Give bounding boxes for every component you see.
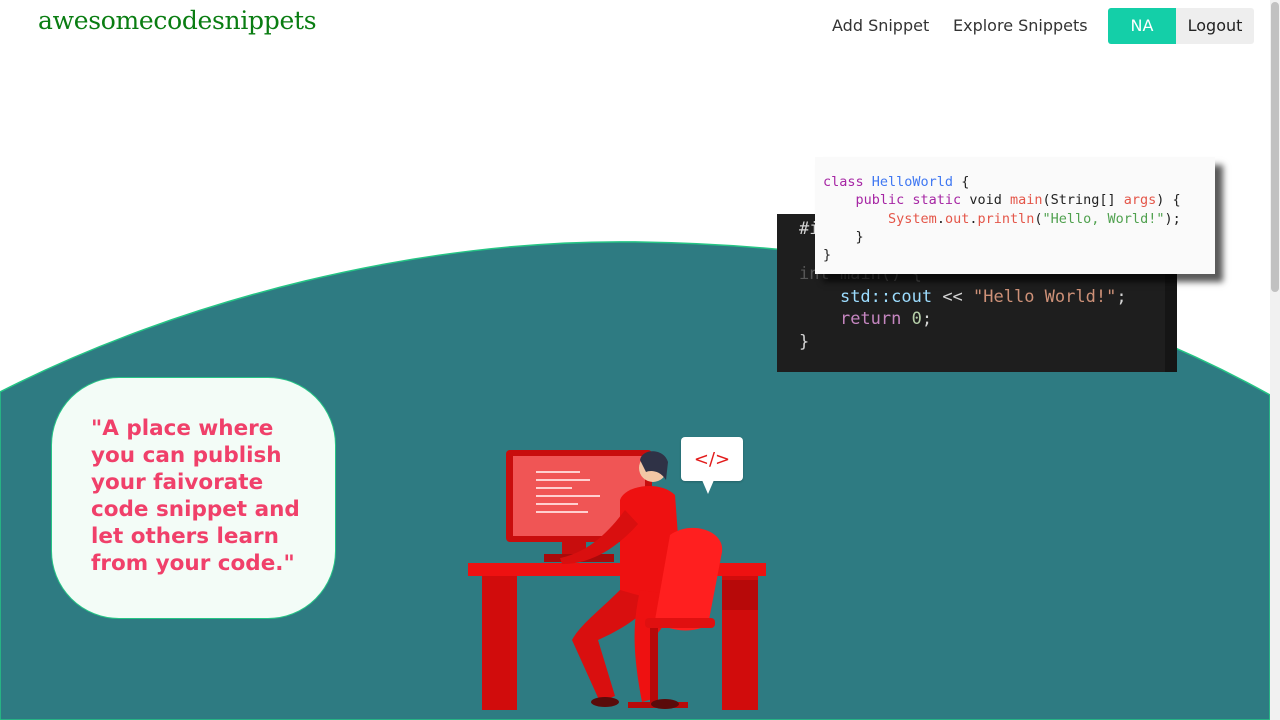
speech-bubble-tail — [702, 480, 714, 494]
desk-top — [468, 563, 766, 576]
quote-bubble: "A place where you can publish your faiv… — [51, 377, 336, 619]
code-tag-icon: </> — [693, 449, 731, 470]
navbar: awesomecodesnippets Add Snippet Explore … — [0, 0, 1270, 52]
code-number: 0 — [911, 309, 922, 329]
code-line: } — [799, 331, 810, 352]
code-token: ; — [921, 309, 933, 329]
code-keyword: return — [839, 309, 902, 329]
code-speech-bubble: </> — [681, 437, 743, 481]
code-token: ; — [1116, 286, 1127, 307]
java-code-card: class HelloWorld { public static void ma… — [815, 157, 1215, 274]
logout-button[interactable]: Logout — [1176, 8, 1254, 44]
brand-logo[interactable]: awesomecodesnippets — [38, 6, 317, 35]
code-keyword: public static — [855, 192, 962, 209]
code-token: void — [961, 192, 1010, 209]
nav-add-snippet[interactable]: Add Snippet — [832, 16, 929, 35]
code-token: } — [823, 247, 832, 264]
code-token: ); — [1164, 210, 1181, 227]
nav-explore-snippets[interactable]: Explore Snippets — [953, 16, 1088, 35]
code-string: "Hello, World!" — [1042, 210, 1165, 227]
page-scrollbar[interactable] — [1270, 0, 1280, 720]
code-class: HelloWorld — [871, 174, 954, 190]
code-token: std::cout — [839, 286, 933, 307]
code-function: main — [1009, 192, 1043, 209]
user-initials-button[interactable]: NA — [1108, 8, 1176, 44]
code-token: (String[] — [1042, 192, 1124, 209]
code-token: . — [936, 210, 945, 227]
hero-quote: "A place where you can publish your faiv… — [91, 416, 300, 576]
chair-post — [650, 628, 658, 703]
code-field: out — [944, 210, 970, 227]
code-class: System — [888, 210, 937, 227]
code-keyword: class — [823, 174, 864, 190]
code-function: println — [977, 210, 1035, 227]
code-token: { — [953, 174, 970, 190]
chair-seat — [645, 618, 715, 628]
code-arg: args — [1123, 192, 1157, 209]
scrollbar-thumb[interactable] — [1271, 2, 1279, 292]
code-token: } — [855, 228, 864, 245]
desk-drawer — [722, 580, 758, 610]
java-code-block: class HelloWorld { public static void ma… — [823, 173, 1181, 264]
code-string: "Hello World!" — [973, 286, 1117, 307]
code-token: ( — [1034, 210, 1043, 227]
developer-illustration — [468, 450, 766, 710]
desk-leg-left — [482, 576, 517, 710]
code-token: ) { — [1156, 192, 1181, 209]
person-shoe — [591, 697, 619, 707]
person-shoe — [651, 699, 679, 709]
code-token: << — [932, 286, 974, 307]
